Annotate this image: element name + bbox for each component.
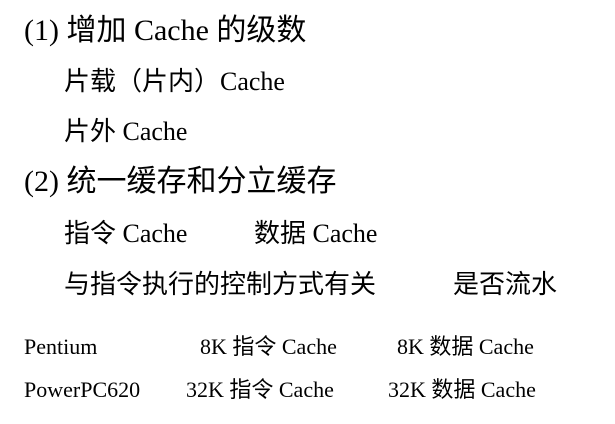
table-row-processor: PowerPC620: [24, 377, 141, 402]
table-row-data-cache: 8K 数据 Cache: [397, 334, 534, 359]
table-row-instruction-cache: 32K 指令 Cache: [186, 377, 334, 402]
control-method-note: 与指令执行的控制方式有关: [64, 270, 377, 299]
section1-item-onchip: 片载（片内）Cache: [64, 67, 285, 96]
table-row-instruction-cache: 8K 指令 Cache: [200, 334, 337, 359]
instruction-cache-label: 指令 Cache: [64, 219, 188, 248]
table-row-processor: Pentium: [24, 334, 98, 359]
pipeline-note: 是否流水: [453, 270, 558, 299]
section1-heading: (1) 增加 Cache 的级数: [24, 14, 307, 47]
section2-heading: (2) 统一缓存和分立缓存: [24, 165, 337, 198]
table-row-data-cache: 32K 数据 Cache: [388, 377, 536, 402]
data-cache-label: 数据 Cache: [254, 219, 378, 248]
section1-item-offchip: 片外 Cache: [64, 117, 188, 146]
